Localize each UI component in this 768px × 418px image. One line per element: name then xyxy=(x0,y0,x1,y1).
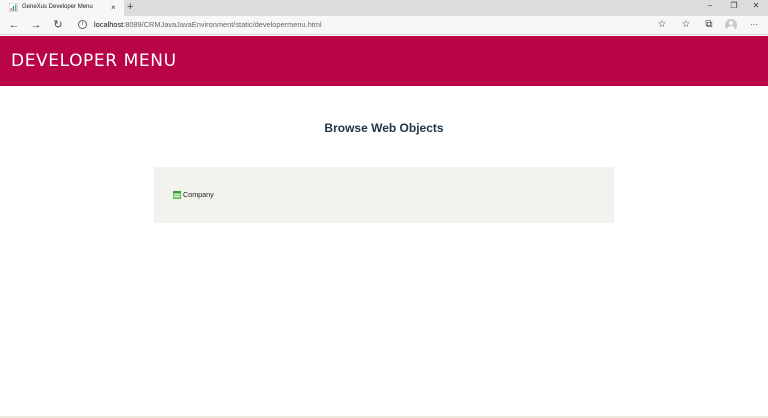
new-tab-icon[interactable]: + xyxy=(127,0,133,15)
minimize-icon[interactable]: – xyxy=(698,0,722,14)
page-header: DEVELOPER MENU xyxy=(0,36,768,86)
tab-close-icon[interactable]: × xyxy=(111,1,116,14)
collections-icon[interactable]: ⧉ xyxy=(701,17,717,33)
browser-tab[interactable]: GeneXus Developer Menu × xyxy=(0,0,124,16)
reload-icon[interactable]: ↻ xyxy=(50,17,66,33)
genexus-favicon-icon xyxy=(9,3,18,12)
forward-icon[interactable]: → xyxy=(28,17,44,33)
close-window-icon[interactable]: ✕ xyxy=(744,0,768,14)
restore-icon[interactable]: ❐ xyxy=(722,0,746,14)
web-panel-icon xyxy=(173,191,181,199)
profile-avatar[interactable] xyxy=(725,19,737,31)
back-icon[interactable]: ← xyxy=(6,17,22,33)
web-objects-panel: Company xyxy=(154,167,614,223)
tab-strip: GeneXus Developer Menu × + – ❐ ✕ xyxy=(0,0,768,16)
site-info-icon[interactable]: i xyxy=(78,20,87,29)
address-field[interactable]: localhost:8089/CRMJavaJavaEnvironment/st… xyxy=(94,19,322,31)
url-host: localhost xyxy=(94,20,124,29)
favorites-list-icon[interactable]: ☆ xyxy=(678,17,694,33)
section-heading: Browse Web Objects xyxy=(324,121,444,135)
tab-title: GeneXus Developer Menu xyxy=(22,4,93,10)
favorite-star-icon[interactable]: ☆ xyxy=(654,17,670,33)
address-toolbar: ← → ↻ i localhost:8089/CRMJavaJavaEnviro… xyxy=(0,16,768,35)
page-title: DEVELOPER MENU xyxy=(11,51,177,71)
object-label: Company xyxy=(183,190,214,199)
url-path: :8089/CRMJavaJavaEnvironment/static/deve… xyxy=(123,20,322,29)
more-options-icon[interactable]: ··· xyxy=(746,17,762,33)
object-link-company[interactable]: Company xyxy=(173,190,214,200)
